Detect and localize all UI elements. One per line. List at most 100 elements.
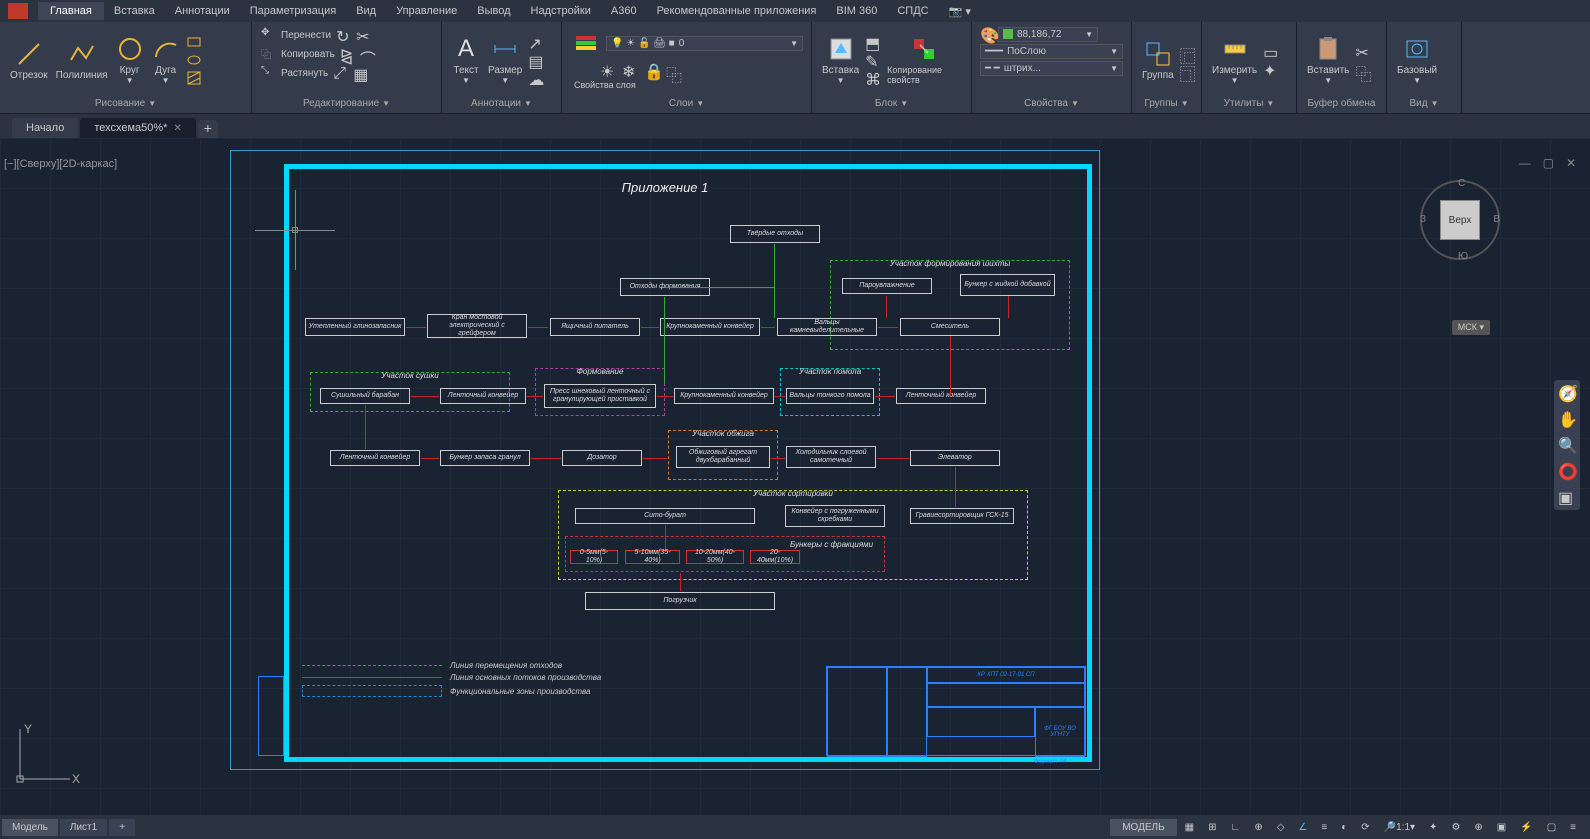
menu-tab-annotate[interactable]: Аннотации	[165, 2, 240, 20]
zoom-icon[interactable]: 🔍	[1558, 436, 1576, 454]
customize-icon[interactable]: ≡	[1564, 819, 1582, 836]
menu-tab-apps[interactable]: Рекомендованные приложения	[647, 2, 827, 20]
linetype-dropdown[interactable]: ━━━ ПоСлою▼	[980, 44, 1123, 59]
osnap-toggle-icon[interactable]: ◇	[1271, 819, 1291, 836]
snap-toggle-icon[interactable]: ⊞	[1202, 819, 1222, 836]
annovisibility-icon[interactable]: ✦	[1423, 819, 1443, 836]
orbit-icon[interactable]: ⭕	[1558, 462, 1576, 480]
transparency-toggle-icon[interactable]: ◐	[1335, 819, 1353, 836]
rect-icon[interactable]	[186, 34, 202, 50]
showmotion-icon[interactable]: ▣	[1558, 488, 1576, 506]
panel-props-label[interactable]: Свойства ▼	[978, 96, 1125, 111]
matchprops-button[interactable]: Копирование свойств	[885, 33, 963, 87]
edit-block-icon[interactable]: ✎	[865, 52, 881, 68]
panel-groups-label[interactable]: Группы ▼	[1138, 96, 1195, 111]
scale-icon[interactable]: ⤢	[333, 65, 349, 81]
panel-draw-label[interactable]: Рисование ▼	[6, 96, 245, 111]
paste-button[interactable]: Вставить▼	[1305, 33, 1351, 87]
arc-button[interactable]: Дуга▼	[150, 33, 182, 87]
close-icon[interactable]: ✕	[173, 123, 181, 134]
circle-button[interactable]: Круг▼	[114, 33, 146, 87]
menu-tab-bim360[interactable]: BIM 360	[826, 2, 887, 20]
attr-icon[interactable]: ⌘	[865, 70, 881, 86]
group-button[interactable]: Группа	[1140, 38, 1176, 83]
polar-toggle-icon[interactable]: ⊕	[1248, 819, 1268, 836]
panel-utils-label[interactable]: Утилиты ▼	[1208, 96, 1290, 111]
annotation-monitor-icon[interactable]: ⊕	[1468, 819, 1488, 836]
layer-match-icon[interactable]: ⿻	[666, 62, 682, 78]
close-viewport-icon[interactable]: ✕	[1562, 156, 1580, 170]
create-block-icon[interactable]: ⬒	[865, 34, 881, 50]
wcs-label[interactable]: МСК ▾	[1452, 320, 1490, 335]
model-tab[interactable]: Модель	[2, 819, 58, 836]
leader-icon[interactable]: ↗	[528, 34, 544, 50]
array-icon[interactable]: ▦	[353, 65, 369, 81]
panel-anno-label[interactable]: Аннотации ▼	[448, 96, 555, 111]
text-button[interactable]: AТекст▼	[450, 33, 482, 87]
hardware-accel-icon[interactable]: ⚡	[1514, 819, 1538, 836]
color-wheel-icon[interactable]: 🎨	[980, 26, 996, 42]
lineweight-dropdown[interactable]: ━ ━ штрих...▼	[980, 61, 1123, 76]
cube-top-face[interactable]: Верх	[1440, 200, 1480, 240]
menu-tab-extra[interactable]: 📷 ▾	[939, 2, 981, 21]
sheet-tab[interactable]: Лист1	[60, 819, 107, 836]
panel-view-label[interactable]: Вид ▼	[1393, 96, 1455, 111]
panel-block-label[interactable]: Блок ▼	[818, 96, 965, 111]
viewport-label[interactable]: [−][Сверху][2D-каркас]	[4, 158, 117, 170]
move-button[interactable]: ✥Перенести	[260, 26, 332, 44]
mirror-icon[interactable]: ⧎	[340, 46, 356, 62]
menu-tab-a360[interactable]: A360	[601, 2, 647, 20]
fillet-icon[interactable]: ⌒	[360, 46, 376, 62]
hatch-icon[interactable]	[186, 70, 202, 86]
insert-button[interactable]: Вставка▼	[820, 33, 861, 87]
layer-off-icon[interactable]: ☀	[600, 62, 616, 78]
clean-screen-icon[interactable]: ▢	[1541, 819, 1562, 836]
workspace-icon[interactable]: ⚙	[1445, 819, 1466, 836]
rotate-icon[interactable]: ↻	[336, 27, 352, 43]
cycling-toggle-icon[interactable]: ⟳	[1355, 819, 1375, 836]
ellipse-icon[interactable]	[186, 52, 202, 68]
annoscale-icon[interactable]: 🔎 1:1 ▾	[1378, 819, 1421, 836]
otrack-toggle-icon[interactable]: ∠	[1292, 819, 1313, 836]
dim-button[interactable]: Размер▼	[486, 33, 524, 87]
lineweight-toggle-icon[interactable]: ≡	[1315, 819, 1333, 836]
measure-button[interactable]: Измерить▼	[1210, 33, 1259, 87]
add-layout-button[interactable]: +	[109, 819, 135, 836]
color-dropdown[interactable]: 88,186,72▼	[998, 27, 1098, 42]
line-button[interactable]: Отрезок	[8, 38, 50, 83]
grid-toggle-icon[interactable]: ▦	[1179, 819, 1200, 836]
pan-icon[interactable]: ✋	[1558, 410, 1576, 428]
view-cube[interactable]: С Ю В З Верх	[1420, 180, 1500, 260]
menu-tab-view[interactable]: Вид	[346, 2, 386, 20]
minimize-icon[interactable]: —	[1515, 156, 1535, 170]
polyline-button[interactable]: Полилиния	[54, 38, 110, 83]
panel-layers-label[interactable]: Слои ▼	[568, 96, 805, 111]
layer-dropdown[interactable]: 💡 ☀ 🔓 🖨 ■ 0▼	[606, 36, 803, 51]
cut-icon[interactable]: ✂	[1355, 43, 1371, 59]
modelspace-button[interactable]: МОДЕЛЬ	[1110, 819, 1176, 836]
cloud-icon[interactable]: ☁	[528, 70, 544, 86]
menu-tab-spds[interactable]: СПДС	[887, 2, 938, 20]
layer-props-button[interactable]	[570, 26, 602, 60]
new-tab-button[interactable]: +	[198, 120, 218, 138]
baseview-button[interactable]: Базовый▼	[1395, 33, 1439, 87]
table-icon[interactable]: ▤	[528, 52, 544, 68]
group-edit-icon[interactable]: ⿹	[1180, 61, 1196, 77]
menu-tab-param[interactable]: Параметризация	[240, 2, 346, 20]
stretch-button[interactable]: ⤡Растянуть	[260, 64, 329, 82]
steering-wheel-icon[interactable]: 🧭	[1558, 384, 1576, 402]
tab-document[interactable]: техсхема50%*✕	[80, 118, 196, 138]
point-icon[interactable]: ✦	[1263, 61, 1279, 77]
ungroup-icon[interactable]: ⿸	[1180, 43, 1196, 59]
copy-button[interactable]: ⿻Копировать	[260, 45, 336, 63]
tab-start[interactable]: Начало	[12, 118, 78, 138]
menu-tab-insert[interactable]: Вставка	[104, 2, 165, 20]
layer-freeze-icon[interactable]: ❄	[622, 62, 638, 78]
menu-tab-main[interactable]: Главная	[38, 2, 104, 20]
maximize-icon[interactable]: ▢	[1539, 156, 1558, 170]
ortho-toggle-icon[interactable]: ∟	[1225, 819, 1247, 836]
trim-icon[interactable]: ✂	[356, 27, 372, 43]
select-icon[interactable]: ▭	[1263, 43, 1279, 59]
menu-tab-addins[interactable]: Надстройки	[521, 2, 601, 20]
menu-tab-manage[interactable]: Управление	[386, 2, 467, 20]
